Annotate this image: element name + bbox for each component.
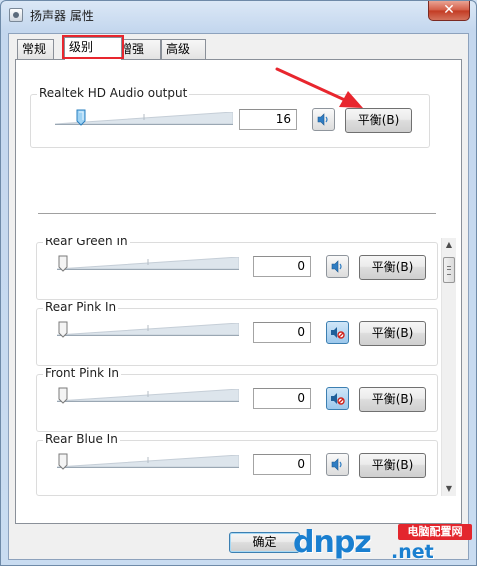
- volume-slider-track[interactable]: [57, 389, 239, 403]
- volume-slider-thumb[interactable]: [76, 109, 86, 126]
- volume-value-field[interactable]: 0: [253, 454, 311, 475]
- levels-panel: Realtek HD Audio output 16 平衡(B) Rear Gr…: [15, 59, 462, 524]
- speaker-icon: [331, 458, 342, 471]
- speaker-icon: [331, 260, 342, 273]
- group-rear-pink-in: Rear Pink In 0 平衡(B): [36, 300, 438, 366]
- volume-slider-thumb[interactable]: [58, 453, 68, 470]
- properties-window: 扬声器 属性 ✕ 常规 级别 增强 高级 Realtek HD Audio ou…: [0, 0, 477, 566]
- group-front-pink-in: Front Pink In 0 平衡(B): [36, 366, 438, 432]
- volume-value-field[interactable]: 0: [253, 388, 311, 409]
- watermark-domain: .net: [391, 541, 434, 563]
- speaker-mute-toggle[interactable]: [326, 387, 349, 410]
- dialog-client: 常规 级别 增强 高级 Realtek HD Audio output 16 平…: [8, 33, 469, 560]
- scroll-up-arrow-icon[interactable]: ▲: [442, 238, 456, 252]
- watermark-logo: dnpz: [293, 525, 372, 560]
- window-title: 扬声器 属性: [30, 9, 94, 23]
- speaker-muted-icon: [331, 393, 345, 405]
- volume-slider-track[interactable]: [57, 455, 239, 469]
- volume-slider-thumb[interactable]: [58, 255, 68, 272]
- channel-label: Realtek HD Audio output: [37, 86, 190, 100]
- group-rear-green-in: Rear Green In 0 平衡(B): [36, 238, 438, 300]
- tab-advanced[interactable]: 高级: [161, 39, 206, 59]
- volume-slider-thumb[interactable]: [58, 321, 68, 338]
- speaker-icon: [317, 113, 328, 126]
- volume-value-field[interactable]: 0: [253, 256, 311, 277]
- scrollbar-thumb[interactable]: [443, 257, 455, 283]
- balance-button[interactable]: 平衡(B): [359, 453, 426, 478]
- ok-button[interactable]: 确定: [229, 532, 300, 553]
- vertical-scrollbar[interactable]: ▲ ▼: [441, 238, 456, 496]
- volume-slider-track[interactable]: [57, 323, 239, 337]
- volume-value-field[interactable]: 0: [253, 322, 311, 343]
- balance-button[interactable]: 平衡(B): [359, 387, 426, 412]
- volume-slider-track[interactable]: [57, 257, 239, 271]
- volume-slider-thumb[interactable]: [58, 387, 68, 404]
- scroll-down-arrow-icon[interactable]: ▼: [442, 482, 456, 496]
- channel-label: Front Pink In: [43, 366, 121, 380]
- speaker-muted-icon: [331, 327, 345, 339]
- tab-highlight-box: [62, 35, 124, 59]
- speaker-mute-toggle[interactable]: [326, 255, 349, 278]
- group-rear-blue-in: Rear Blue In 0 平衡(B): [36, 432, 438, 496]
- speaker-mute-toggle[interactable]: [312, 108, 335, 131]
- channel-label: Rear Blue In: [43, 432, 120, 446]
- speaker-properties-icon: [9, 8, 23, 22]
- input-channels-list[interactable]: Rear Green In 0 平衡(B) Rear Pink In 0 平衡(…: [36, 238, 451, 496]
- watermark-tagline: 电脑配置网: [398, 524, 472, 540]
- separator: [38, 213, 436, 217]
- channel-label: Rear Pink In: [43, 300, 119, 314]
- tab-general[interactable]: 常规: [17, 39, 54, 59]
- balance-button[interactable]: 平衡(B): [359, 321, 426, 346]
- channel-label: Rear Green In: [43, 238, 130, 248]
- volume-value-field[interactable]: 16: [239, 109, 297, 130]
- speaker-mute-toggle[interactable]: [326, 453, 349, 476]
- speaker-mute-toggle[interactable]: [326, 321, 349, 344]
- balance-button[interactable]: 平衡(B): [345, 108, 412, 133]
- watermark: dnpz 电脑配置网 .net: [291, 521, 476, 565]
- group-main-output: Realtek HD Audio output 16 平衡(B): [30, 86, 430, 148]
- balance-button[interactable]: 平衡(B): [359, 255, 426, 280]
- title-bar[interactable]: 扬声器 属性 ✕: [1, 1, 476, 29]
- close-button[interactable]: ✕: [428, 1, 470, 21]
